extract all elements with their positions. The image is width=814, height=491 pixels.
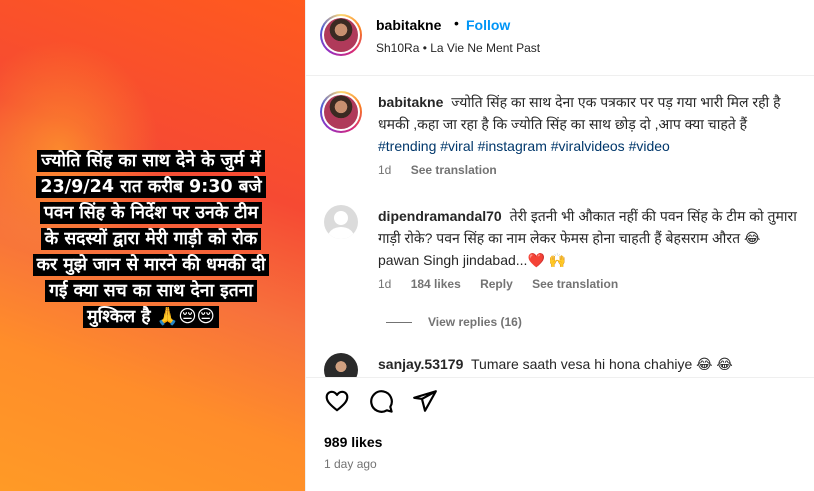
follow-button[interactable]: Follow (466, 17, 510, 33)
replies-dash (386, 322, 412, 324)
comment-body: sanjay.53179 Tumare saath vesa hi hona c… (378, 353, 798, 375)
comments-list[interactable]: babitakne ज्योति सिंह का साथ देना एक पत्… (306, 77, 814, 377)
commenter-avatar[interactable] (324, 205, 358, 239)
audio-subtitle[interactable]: Sh10Ra • La Vie Ne Ment Past (376, 41, 540, 55)
caption-username[interactable]: babitakne (378, 94, 443, 110)
share-icon[interactable] (412, 388, 438, 414)
comment-icon[interactable] (368, 388, 394, 414)
post-overlay-text: ज्योति सिंह का साथ देने के जुर्म में 23/… (10, 148, 292, 330)
caption-age: 1d (378, 163, 392, 177)
post-time: 1 day ago (324, 457, 377, 471)
comment-likes[interactable]: 184 likes (411, 277, 461, 291)
post-image[interactable]: ज्योति सिंह का साथ देने के जुर्म में 23/… (0, 0, 305, 491)
overlay-line: पवन सिंह के निर्देश पर उनके टीम (39, 202, 263, 224)
comment-see-translation[interactable]: See translation (532, 277, 618, 291)
post-side-panel: babitakne • Follow Sh10Ra • La Vie Ne Me… (305, 0, 814, 491)
caption-avatar[interactable] (320, 91, 362, 133)
comment-body: dipendramandal70 तेरी इतनी भी औकात नहीं … (378, 205, 798, 271)
overlay-line: ज्योति सिंह का साथ देने के जुर्म में (37, 150, 265, 172)
commenter-avatar[interactable] (324, 353, 358, 377)
separator-dot: • (454, 15, 459, 31)
overlay-line: 23/9/24 रात करीब 9:30 बजे (36, 176, 266, 198)
caption-see-translation[interactable]: See translation (411, 163, 497, 177)
author-username[interactable]: babitakne (376, 17, 441, 33)
view-replies-button[interactable]: View replies (16) (386, 315, 522, 329)
likes-count[interactable]: 989 likes (324, 434, 382, 450)
comment-age: 1d (378, 277, 392, 291)
overlay-line: मुश्किल है 🙏😔😔 (83, 306, 219, 328)
reply-button[interactable]: Reply (480, 277, 513, 291)
author-avatar[interactable] (320, 14, 362, 56)
commenter-username[interactable]: dipendramandal70 (378, 208, 502, 224)
post-actions: 989 likes 1 day ago (306, 377, 814, 491)
view-replies-label: View replies (16) (428, 315, 522, 329)
post-header: babitakne • Follow Sh10Ra • La Vie Ne Me… (306, 0, 814, 76)
overlay-line: कर मुझे जान से मारने की धमकी दी (32, 254, 270, 276)
comment-meta: 1d 184 likes Reply See translation (378, 277, 634, 291)
caption-hashtags[interactable]: #trending #viral #instagram #viralvideos… (378, 138, 670, 154)
comment-text: Tumare saath vesa hi hona chahiye 😂 😂 (471, 356, 733, 372)
caption-body: babitakne ज्योति सिंह का साथ देना एक पत्… (378, 91, 798, 157)
overlay-line: गई क्या सच का साथ देना इतना (45, 280, 257, 302)
caption-meta: 1d See translation (378, 163, 513, 177)
heart-icon[interactable] (324, 388, 350, 414)
overlay-line: के सदस्यों द्वारा मेरी गाड़ी को रोक (40, 228, 262, 250)
commenter-username[interactable]: sanjay.53179 (378, 356, 463, 372)
